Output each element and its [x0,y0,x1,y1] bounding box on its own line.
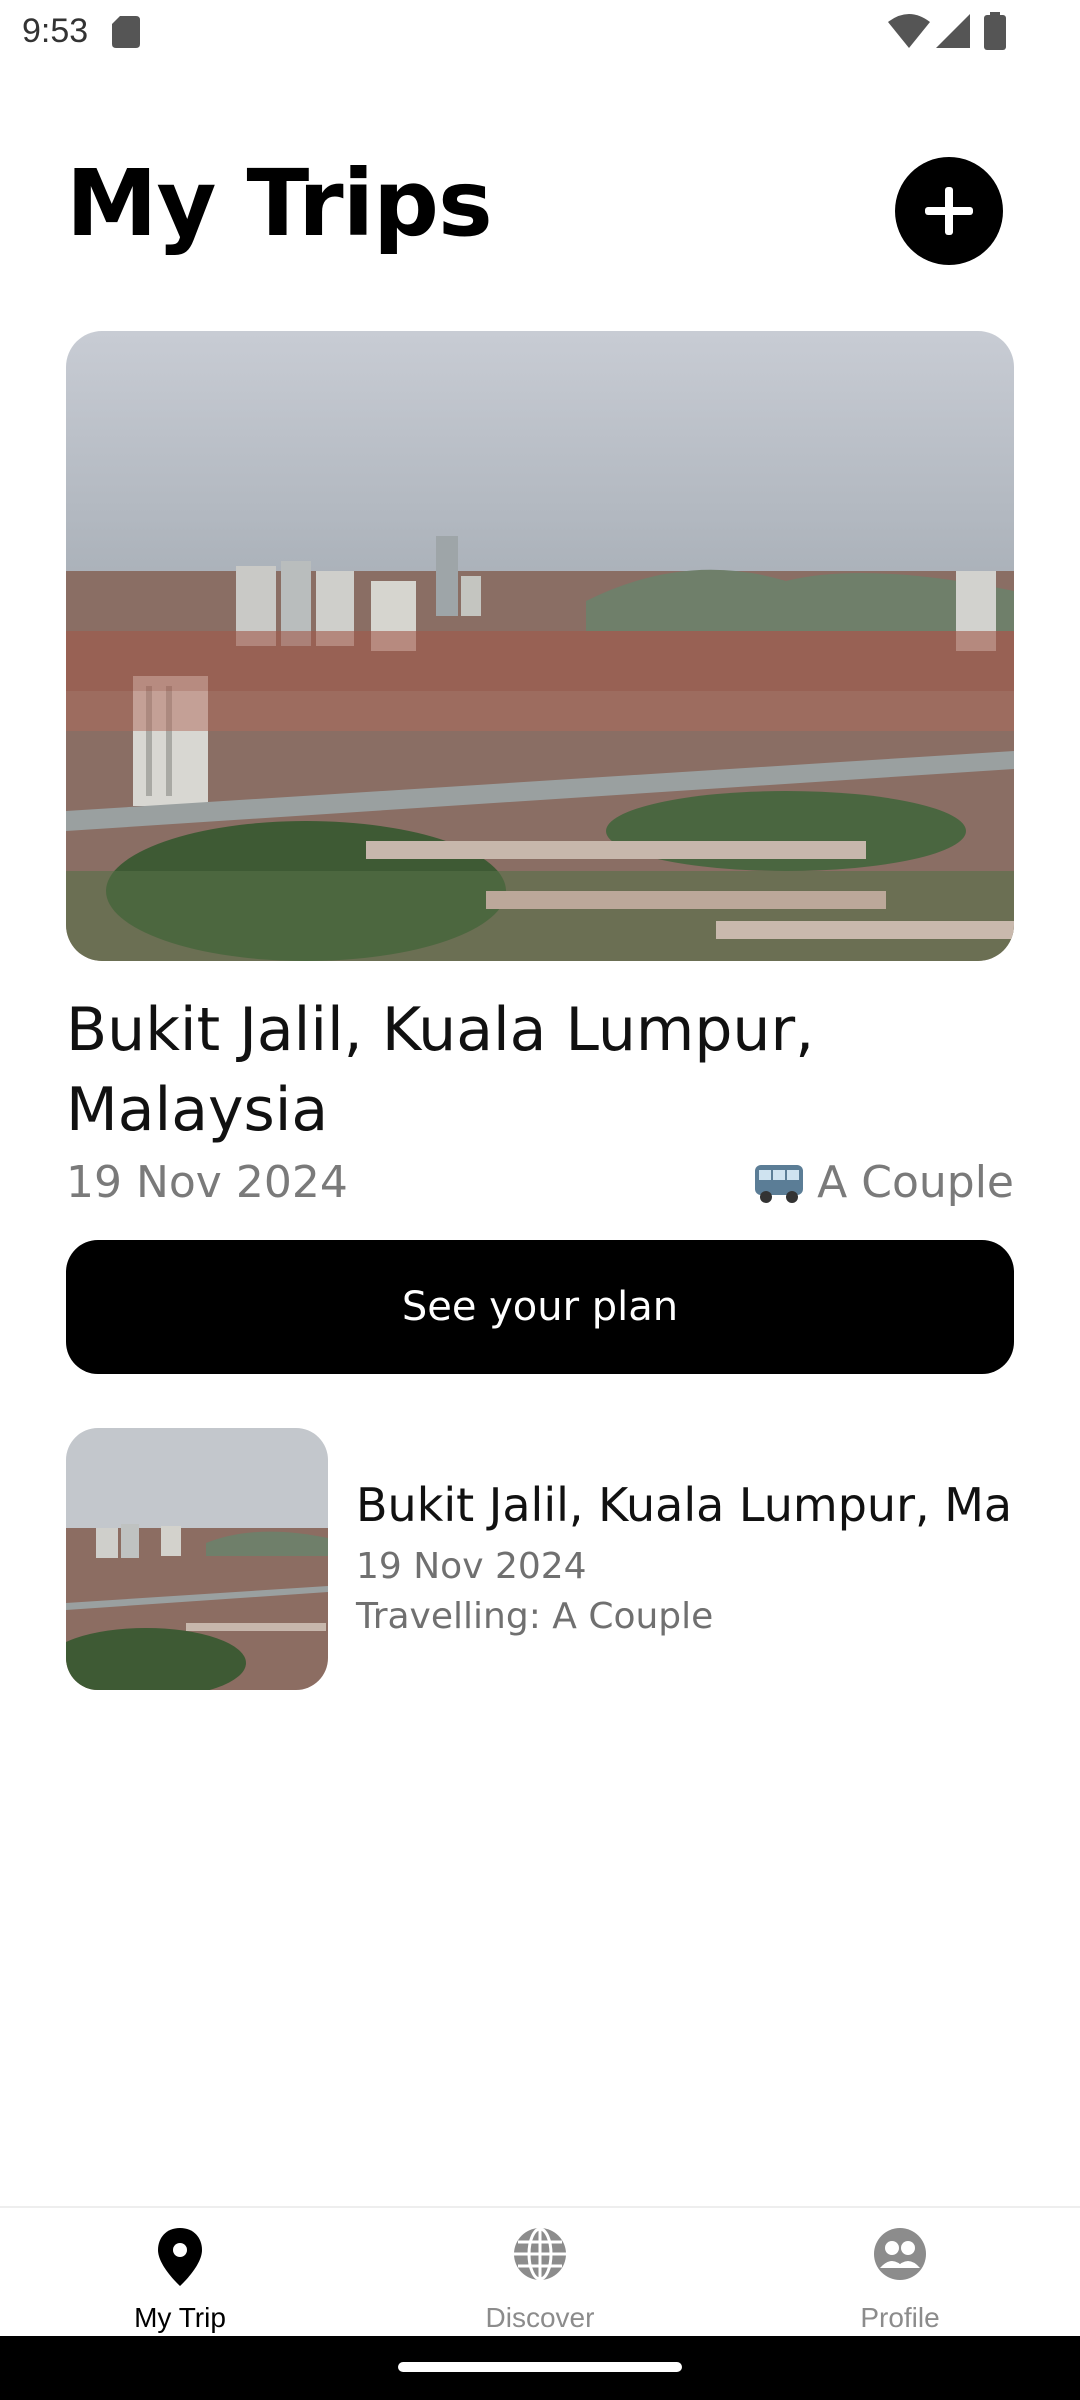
trip-list-date: 19 Nov 2024 [356,1546,587,1587]
nav-my-trip-label: My Trip [134,2302,226,2333]
sd-card-icon [112,16,140,48]
featured-trip-image[interactable] [66,331,1014,961]
signal-icon [936,14,970,48]
featured-trip-travelers: A Couple [753,1157,1014,1208]
featured-trip-location: Bukit Jalil, Kuala Lumpur, Malaysia [66,995,815,1145]
trip-list-item[interactable]: Bukit Jalil, Kuala Lumpur, Malaysia 19 N… [66,1428,1014,1690]
travelers-label: A Couple [817,1157,1014,1208]
status-bar: 9:53 [0,0,1080,64]
page-title: My Trips [66,150,493,257]
nav-my-trip[interactable]: My Trip [0,2208,360,2338]
trip-list-location: Bukit Jalil, Kuala Lumpur, Malaysia [356,1478,1014,1532]
trip-list-travelling: Travelling: A Couple [356,1596,714,1637]
see-plan-button[interactable]: See your plan [66,1240,1014,1374]
nav-discover[interactable]: Discover [360,2208,720,2338]
status-time: 9:53 [22,12,89,50]
user-group-icon [874,2228,926,2280]
wifi-icon [888,14,930,48]
bus-icon [755,1164,804,1203]
bottom-nav: My Trip Discover Profile [0,2206,1080,2336]
trip-thumbnail [66,1428,328,1690]
battery-icon [984,12,1006,50]
add-trip-button[interactable] [895,157,1003,265]
nav-profile-label: Profile [860,2302,940,2333]
nav-profile[interactable]: Profile [720,2208,1080,2338]
featured-trip-date: 19 Nov 2024 [66,1157,348,1208]
gesture-bar [0,2336,1080,2400]
globe-icon [514,2227,566,2281]
nav-discover-label: Discover [485,2302,595,2333]
plus-icon [925,187,973,235]
home-indicator[interactable] [398,2362,682,2372]
map-pin-icon [158,2228,202,2286]
